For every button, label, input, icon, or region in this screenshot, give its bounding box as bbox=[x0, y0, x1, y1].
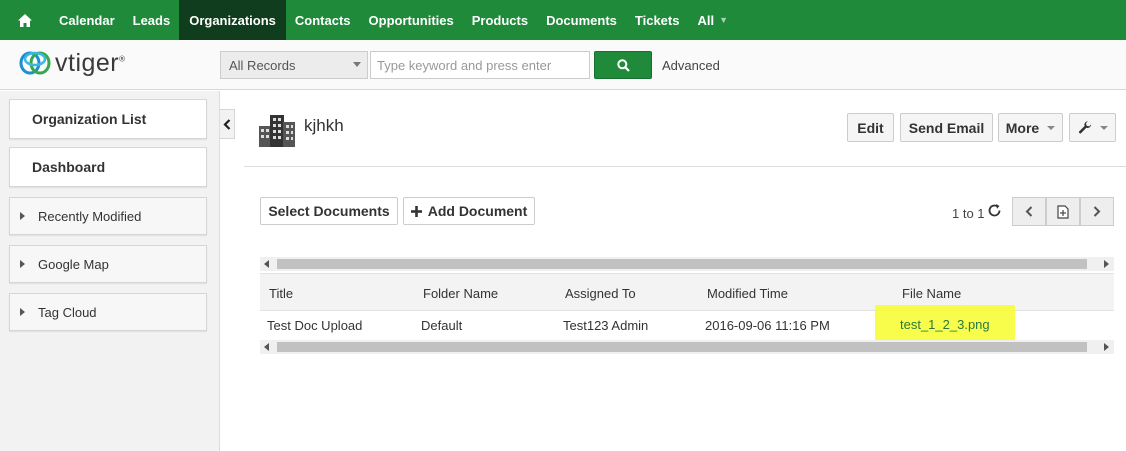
chevron-left-icon bbox=[1025, 206, 1033, 217]
logo-text: vtiger bbox=[55, 48, 120, 77]
send-email-button[interactable]: Send Email bbox=[900, 113, 993, 142]
plus-icon bbox=[410, 205, 422, 217]
widget-google-map[interactable]: Google Map bbox=[9, 245, 207, 283]
scroll-left-icon[interactable] bbox=[264, 343, 269, 351]
nav-all[interactable]: All ▼ bbox=[688, 0, 737, 40]
search-icon bbox=[616, 58, 630, 72]
table-scrollbar-top[interactable] bbox=[260, 257, 1114, 271]
expand-triangle-icon bbox=[20, 212, 25, 220]
column-header-file[interactable]: File Name bbox=[902, 286, 961, 301]
scroll-thumb[interactable] bbox=[277, 342, 1087, 352]
dashboard-label: Dashboard bbox=[32, 159, 106, 175]
modified-time-cell: 2016-09-06 11:16 PM bbox=[705, 318, 830, 333]
send-email-label: Send Email bbox=[908, 119, 985, 136]
widget-label: Recently Modified bbox=[38, 208, 142, 224]
organization-list-button[interactable]: Organization List bbox=[9, 99, 207, 139]
advanced-search-link[interactable]: Advanced bbox=[662, 58, 720, 73]
nav-opportunities[interactable]: Opportunities bbox=[360, 0, 463, 40]
page-icon bbox=[1057, 204, 1069, 219]
refresh-icon[interactable] bbox=[987, 203, 1002, 221]
chevron-down-icon bbox=[1047, 125, 1056, 130]
next-page-button[interactable] bbox=[1080, 197, 1114, 226]
nav-all-label: All bbox=[697, 12, 715, 28]
records-select[interactable]: All Records bbox=[220, 51, 368, 79]
nav-documents[interactable]: Documents bbox=[537, 0, 626, 40]
record-title: kjhkh bbox=[304, 116, 344, 135]
nav-leads[interactable]: Leads bbox=[124, 0, 180, 40]
chevron-left-icon bbox=[223, 118, 231, 130]
sidebar: Organization List Dashboard Recently Mod… bbox=[0, 91, 220, 451]
add-document-button[interactable]: Add Document bbox=[403, 197, 535, 225]
expand-triangle-icon bbox=[20, 308, 25, 316]
nav-calendar[interactable]: Calendar bbox=[50, 0, 124, 40]
widget-label: Tag Cloud bbox=[38, 304, 97, 320]
scroll-right-icon[interactable] bbox=[1104, 260, 1109, 268]
widget-label: Google Map bbox=[38, 256, 109, 272]
page-jump-button[interactable] bbox=[1046, 197, 1080, 226]
settings-button[interactable] bbox=[1069, 113, 1116, 142]
column-header-modified[interactable]: Modified Time bbox=[707, 286, 788, 301]
sidebar-collapse-button[interactable] bbox=[220, 109, 235, 139]
organization-list-label: Organization List bbox=[32, 111, 147, 127]
vtiger-logo[interactable]: vtiger® bbox=[18, 48, 126, 78]
dashboard-button[interactable]: Dashboard bbox=[9, 147, 207, 187]
wrench-icon bbox=[1078, 120, 1091, 133]
assigned-to-link[interactable]: Test123 Admin bbox=[563, 318, 648, 333]
nav-tickets[interactable]: Tickets bbox=[626, 0, 689, 40]
header-bar: vtiger® All Records Advanced bbox=[0, 40, 1126, 90]
folder-name-cell: Default bbox=[421, 318, 463, 333]
scroll-right-icon[interactable] bbox=[1104, 343, 1109, 351]
previous-page-button[interactable] bbox=[1012, 197, 1046, 226]
widget-tag-cloud[interactable]: Tag Cloud bbox=[9, 293, 207, 331]
edit-label: Edit bbox=[857, 119, 884, 136]
more-button[interactable]: More bbox=[998, 113, 1063, 142]
chevron-right-icon bbox=[1093, 206, 1101, 217]
header-divider bbox=[244, 166, 1126, 167]
search-button[interactable] bbox=[594, 51, 652, 79]
search-input[interactable] bbox=[370, 51, 590, 79]
expand-triangle-icon bbox=[20, 260, 25, 268]
file-name-link[interactable]: test_1_2_3.png bbox=[900, 317, 990, 332]
nav-products[interactable]: Products bbox=[463, 0, 537, 40]
pagination-info: 1 to 1 bbox=[952, 206, 985, 221]
records-select-value: All Records bbox=[229, 57, 296, 73]
home-icon[interactable] bbox=[0, 0, 50, 40]
column-header-assigned[interactable]: Assigned To bbox=[565, 286, 636, 301]
logo-icon bbox=[19, 51, 51, 75]
select-documents-label: Select Documents bbox=[268, 203, 390, 219]
more-label: More bbox=[1005, 119, 1040, 136]
document-title-link[interactable]: Test Doc Upload bbox=[267, 318, 362, 333]
table-scrollbar-bottom[interactable] bbox=[260, 340, 1114, 354]
widget-recently-modified[interactable]: Recently Modified bbox=[9, 197, 207, 235]
select-documents-button[interactable]: Select Documents bbox=[260, 197, 398, 225]
chevron-down-icon: ▼ bbox=[719, 15, 729, 25]
add-document-label: Add Document bbox=[427, 203, 528, 219]
nav-contacts[interactable]: Contacts bbox=[286, 0, 360, 40]
dropdown-arrow-icon bbox=[353, 62, 361, 67]
chevron-down-icon bbox=[1099, 125, 1108, 130]
column-header-folder[interactable]: Folder Name bbox=[423, 286, 498, 301]
scroll-thumb[interactable] bbox=[277, 259, 1087, 269]
top-nav: Calendar Leads Organizations Contacts Op… bbox=[0, 0, 1126, 40]
column-header-title[interactable]: Title bbox=[269, 286, 293, 301]
nav-organizations[interactable]: Organizations bbox=[179, 0, 286, 40]
scroll-left-icon[interactable] bbox=[264, 260, 269, 268]
edit-button[interactable]: Edit bbox=[847, 113, 894, 142]
building-icon bbox=[258, 112, 296, 151]
